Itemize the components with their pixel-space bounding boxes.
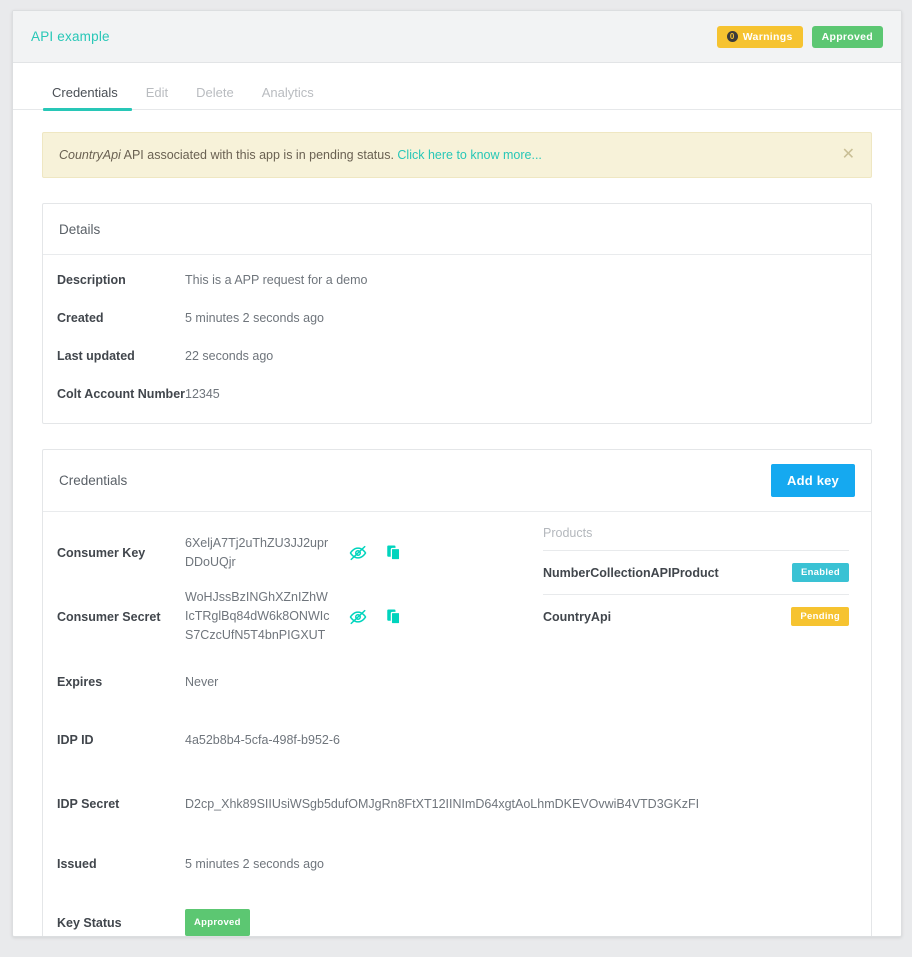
detail-label: Description [57, 273, 126, 287]
details-panel: Details Description This is a APP reques… [42, 203, 872, 424]
idp-id-label: IDP ID [57, 733, 94, 747]
credential-row-consumer-secret: Consumer Secret WoHJssBzINGhXZnIZhWIcTRg… [43, 580, 533, 653]
idp-secret-label: IDP Secret [57, 797, 120, 811]
detail-label: Last updated [57, 349, 135, 363]
product-name: CountryApi [543, 609, 612, 624]
page-title: API example [31, 29, 110, 44]
detail-row-description: Description This is a APP request for a … [43, 261, 871, 299]
detail-value: 5 minutes 2 seconds ago [185, 311, 324, 325]
credential-row-expires: Expires Never [43, 653, 533, 711]
details-title: Details [59, 221, 101, 237]
alert-learn-more-link[interactable]: Click here to know more... [397, 148, 542, 162]
detail-label: Created [57, 311, 104, 325]
detail-row-created: Created 5 minutes 2 seconds ago [43, 299, 871, 337]
tab-credentials[interactable]: Credentials [43, 85, 132, 111]
app-window: API example 0 Warnings Approved Credenti… [12, 10, 902, 937]
credentials-panel: Credentials Add key Consumer Key 6XeljA7… [42, 449, 872, 936]
eye-slash-icon[interactable] [349, 608, 367, 626]
credentials-footer-rows: IDP Secret D2cp_Xhk89SIIUsiWSgb5dufOMJgR… [43, 769, 871, 936]
tab-analytics[interactable]: Analytics [248, 85, 328, 109]
key-status-badge: Approved [185, 909, 250, 936]
alert-message: CountryApi API associated with this app … [59, 148, 832, 162]
product-status-badge: Enabled [791, 563, 849, 582]
detail-value: This is a APP request for a demo [185, 273, 368, 287]
details-panel-header: Details [43, 204, 871, 255]
warning-count-icon: 0 [726, 31, 738, 42]
credentials-left-column: Consumer Key 6XeljA7Tj2uThZU3JJ2uprDDoUQ… [43, 512, 533, 769]
credentials-panel-header: Credentials Add key [43, 450, 871, 512]
detail-value: 12345 [185, 387, 220, 401]
products-title: Products [543, 526, 593, 540]
tab-delete[interactable]: Delete [182, 85, 248, 109]
eye-slash-icon[interactable] [349, 544, 367, 562]
copy-icon[interactable] [385, 608, 403, 626]
details-body: Description This is a APP request for a … [43, 255, 871, 423]
app-header: API example 0 Warnings Approved [13, 11, 901, 63]
product-status-badge: Pending [791, 607, 849, 626]
alert-api-name: CountryApi [59, 148, 121, 162]
credentials-body: Consumer Key 6XeljA7Tj2uThZU3JJ2uprDDoUQ… [43, 512, 871, 769]
expires-label: Expires [57, 675, 103, 689]
detail-value: 22 seconds ago [185, 349, 274, 363]
product-name: NumberCollectionAPIProduct [543, 565, 719, 580]
idp-secret-value: D2cp_Xhk89SIIUsiWSgb5dufOMJgRn8FtXT12IIN… [185, 796, 700, 811]
pending-status-alert: CountryApi API associated with this app … [42, 132, 872, 178]
header-badges: 0 Warnings Approved [716, 25, 883, 48]
credential-row-idp-secret: IDP Secret D2cp_Xhk89SIIUsiWSgb5dufOMJgR… [43, 769, 871, 835]
tab-bar: Credentials Edit Delete Analytics [13, 85, 901, 111]
alert-body-text: API associated with this app is in pendi… [120, 148, 398, 162]
copy-icon[interactable] [385, 544, 403, 562]
credential-row-key-status: Key Status Approved [43, 893, 871, 936]
key-status-label: Key Status [57, 915, 122, 930]
add-key-button[interactable]: Add key [771, 464, 855, 497]
detail-row-colt-account-number: Colt Account Number 12345 [43, 375, 871, 413]
expires-value: Never [185, 674, 219, 689]
tab-edit[interactable]: Edit [132, 85, 182, 109]
issued-label: Issued [57, 857, 97, 871]
credential-row-issued: Issued 5 minutes 2 seconds ago [43, 835, 871, 893]
approved-status-badge: Approved [811, 25, 883, 48]
key-status-cell: Approved [185, 909, 871, 936]
product-row: CountryApi Pending [543, 594, 849, 638]
consumer-secret-value: WoHJssBzINGhXZnIZhWIcTRglBq84dW6k8ONWIcS… [185, 590, 330, 642]
consumer-key-label: Consumer Key [57, 546, 146, 560]
consumer-key-value: 6XeljA7Tj2uThZU3JJ2uprDDoUQjr [185, 536, 329, 569]
issued-value: 5 minutes 2 seconds ago [185, 856, 324, 871]
credential-row-consumer-key: Consumer Key 6XeljA7Tj2uThZU3JJ2uprDDoUQ… [43, 526, 533, 580]
credentials-title: Credentials [59, 473, 128, 488]
product-row: NumberCollectionAPIProduct Enabled [543, 550, 849, 594]
detail-row-last-updated: Last updated 22 seconds ago [43, 337, 871, 375]
close-icon[interactable]: ✕ [832, 147, 855, 163]
detail-label: Colt Account Number [57, 387, 186, 401]
warnings-label: Warnings [742, 30, 793, 43]
warnings-badge[interactable]: 0 Warnings [716, 25, 803, 48]
consumer-secret-label: Consumer Secret [57, 609, 161, 624]
idp-id-value: 4a52b8b4-5cfa-498f-b952-6b14d2e03e11 [185, 732, 340, 747]
credential-row-idp-id: IDP ID 4a52b8b4-5cfa-498f-b952-6b14d2e03… [43, 711, 533, 769]
products-section: Products NumberCollectionAPIProduct Enab… [533, 512, 871, 769]
